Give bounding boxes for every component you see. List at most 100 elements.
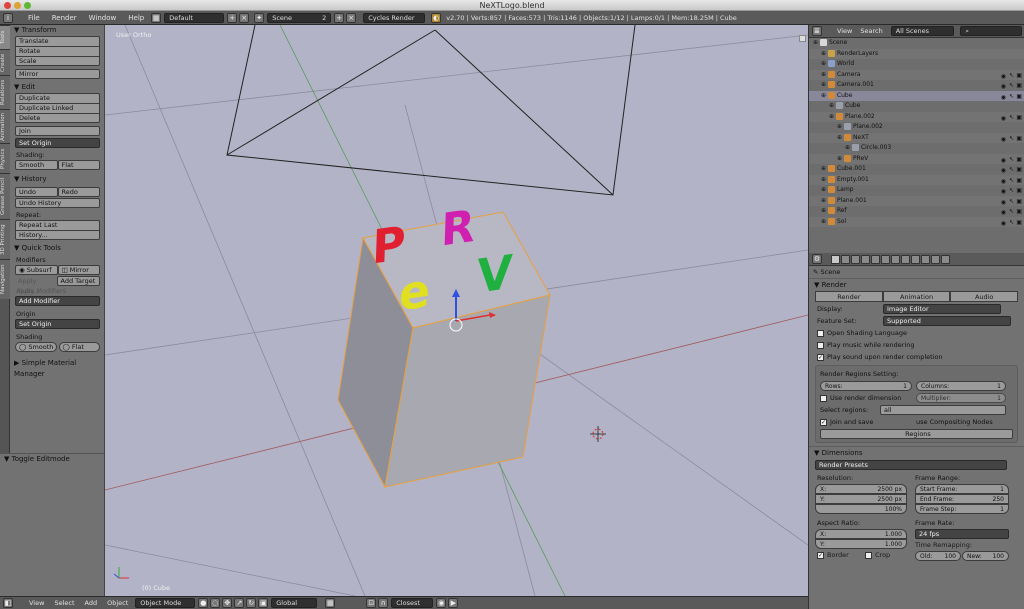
set-origin-dropdown[interactable]: Set Origin (15, 138, 100, 148)
outliner-row[interactable]: ⊕ RenderLayers (809, 48, 1024, 59)
res-x-field[interactable]: X: 2500 px (815, 484, 907, 494)
frame-step-field[interactable]: Frame Step: 1 (915, 504, 1009, 514)
outliner-row[interactable]: ⊕ Plane.002 (809, 122, 1024, 133)
duplicate-button[interactable]: Duplicate (15, 93, 100, 103)
set-origin-dropdown-2[interactable]: Set Origin (15, 319, 100, 329)
menu-help[interactable]: Help (122, 14, 150, 22)
mirror-button[interactable]: Mirror (15, 69, 100, 79)
translate-button[interactable]: Translate (15, 36, 100, 46)
lock-icon[interactable]: ⊡ (366, 598, 377, 608)
tab-object-icon[interactable] (871, 254, 880, 264)
undo-button[interactable]: Undo (15, 187, 58, 197)
res-y-field[interactable]: Y: 2500 px (815, 494, 907, 504)
start-frame-field[interactable]: Start Frame: 1 (915, 484, 1009, 494)
tab-navigation[interactable]: Navigation (0, 259, 10, 299)
panel-transform-header[interactable]: ▼ Transform (10, 25, 104, 36)
outliner-row[interactable]: ⊕ Cube (809, 101, 1024, 112)
expand-icon[interactable]: ⊕ (821, 197, 828, 204)
scene-remove-icon[interactable]: × (346, 12, 357, 23)
outliner-row[interactable]: ⊕ Ref ◉ ↖ ▣ (809, 206, 1024, 217)
dimensions-panel-header[interactable]: ▼ Dimensions (809, 446, 1024, 458)
outliner-row[interactable]: ⊕ Sol ◉ ↖ ▣ (809, 216, 1024, 230)
frame-rate-select[interactable]: 24 fps (915, 529, 1009, 539)
viewport-editor-icon[interactable]: ◧ (3, 598, 13, 608)
render-preview-icon[interactable]: ◉ (436, 598, 447, 608)
menu-file[interactable]: File (22, 14, 46, 22)
layout-icon[interactable]: ▦ (151, 12, 162, 23)
tab-scene-icon[interactable] (851, 254, 860, 264)
duplicate-linked-button[interactable]: Duplicate Linked (15, 103, 100, 113)
outliner-row[interactable]: ⊕ Camera.001 ◉ ↖ ▣ (809, 80, 1024, 91)
expand-icon[interactable]: ⊕ (821, 92, 828, 99)
outliner-row[interactable]: ⊕ Plane.001 ◉ ↖ ▣ (809, 195, 1024, 206)
eye-icon[interactable]: ◉ (1001, 219, 1006, 230)
columns-field[interactable]: Columns: 1 (916, 381, 1006, 391)
tab-animation[interactable]: Animation (0, 109, 10, 143)
expand-icon[interactable]: ⊕ (821, 207, 828, 214)
pivot-icon[interactable]: ◌ (210, 598, 221, 608)
tab-3d-printing[interactable]: 3D Printing (0, 219, 10, 259)
expand-icon[interactable]: ⊕ (821, 186, 828, 193)
tab-render-layers-icon[interactable] (841, 254, 850, 264)
snap-target-select[interactable]: Closest (391, 598, 434, 608)
scale-icon[interactable]: ▣ (258, 598, 269, 608)
outliner-row[interactable]: ⊕ World (809, 59, 1024, 70)
panel-simple-material-header[interactable]: ▶ Simple Material Manager (10, 358, 104, 378)
3d-viewport[interactable]: P R e V User Ortho (0) Cube (105, 25, 808, 596)
tab-world-icon[interactable] (861, 254, 870, 264)
tab-render-icon[interactable] (831, 254, 840, 264)
panel-history-header[interactable]: ▼ History (10, 174, 104, 185)
outliner-row[interactable]: ⊕ NeXT ◉ ↖ ▣ (809, 132, 1024, 143)
border-checkbox[interactable]: ✓ (817, 551, 824, 559)
pin-icon[interactable]: ✎ (813, 268, 818, 276)
tab-grease-pencil[interactable]: Grease Pencil (0, 173, 10, 219)
shading-solid-icon[interactable]: ● (198, 598, 209, 608)
layout-select[interactable]: Default (164, 12, 225, 23)
outliner-row[interactable]: ⊕ Scene (809, 38, 1024, 49)
tab-data-icon[interactable] (901, 254, 910, 264)
use-dimension-checkbox[interactable] (820, 394, 827, 402)
select-regions-input[interactable]: all (880, 405, 1006, 415)
layout-remove-icon[interactable]: × (239, 12, 250, 23)
display-select[interactable]: Image Editor (883, 304, 1001, 314)
zoom-window-icon[interactable] (24, 2, 31, 9)
rotate-icon[interactable]: ↻ (246, 598, 257, 608)
menu-view[interactable]: View (24, 599, 49, 607)
expand-icon[interactable]: ⊕ (829, 102, 836, 109)
smooth-button-2[interactable]: ◯ Smooth (15, 342, 57, 352)
minimize-window-icon[interactable] (14, 2, 21, 9)
subsurf-button[interactable]: ◉ Subsurf (15, 265, 58, 275)
viewport-split-icon[interactable] (799, 35, 806, 42)
editor-type-icon[interactable]: i (3, 12, 13, 23)
crop-checkbox[interactable] (865, 551, 872, 559)
expand-icon[interactable]: ⊕ (821, 218, 828, 225)
animation-button[interactable]: Animation (882, 291, 951, 302)
orientation-select[interactable]: Global (271, 598, 318, 608)
expand-icon[interactable]: ⊕ (829, 113, 836, 120)
flat-button-2[interactable]: ◯ Flat (58, 342, 100, 352)
outliner-row[interactable]: ⊕ Plane.002 ◉ ↖ ▣ (809, 111, 1024, 122)
play-sound-checkbox[interactable]: ✓ (817, 353, 824, 361)
outliner-row[interactable]: ⊕ Cube.001 ◉ ↖ ▣ (809, 164, 1024, 175)
add-modifier-dropdown[interactable]: Add Modifier (15, 296, 100, 306)
outliner-menu-view[interactable]: View (837, 27, 852, 35)
tab-particles-icon[interactable] (931, 254, 940, 264)
camera-view-icon[interactable]: ▶ (448, 598, 459, 608)
regions-button[interactable]: Regions (820, 429, 1013, 439)
aspect-x-field[interactable]: X: 1.000 (815, 529, 907, 539)
properties-editor-icon[interactable]: ⚙ (812, 254, 822, 264)
outliner-row[interactable]: ⊕ Camera ◉ ↖ ▣ (809, 69, 1024, 80)
layers-icon[interactable]: ▦ (325, 598, 336, 608)
expand-icon[interactable]: ⊕ (813, 39, 820, 46)
scene-icon[interactable]: ✦ (254, 12, 265, 23)
panel-quick-tools-header[interactable]: ▼ Quick Tools (10, 243, 104, 254)
tab-create[interactable]: Create (0, 49, 10, 75)
menu-object[interactable]: Object (102, 599, 133, 607)
smooth-button[interactable]: Smooth (15, 160, 58, 170)
tab-tools[interactable]: Tools (0, 25, 10, 49)
osl-checkbox[interactable] (817, 329, 824, 337)
end-frame-field[interactable]: End Frame: 250 (915, 494, 1009, 504)
multiplier-field[interactable]: Multiplier: 1 (916, 393, 1006, 403)
expand-icon[interactable]: ⊕ (837, 134, 844, 141)
old-field[interactable]: Old: 100 (915, 551, 961, 561)
